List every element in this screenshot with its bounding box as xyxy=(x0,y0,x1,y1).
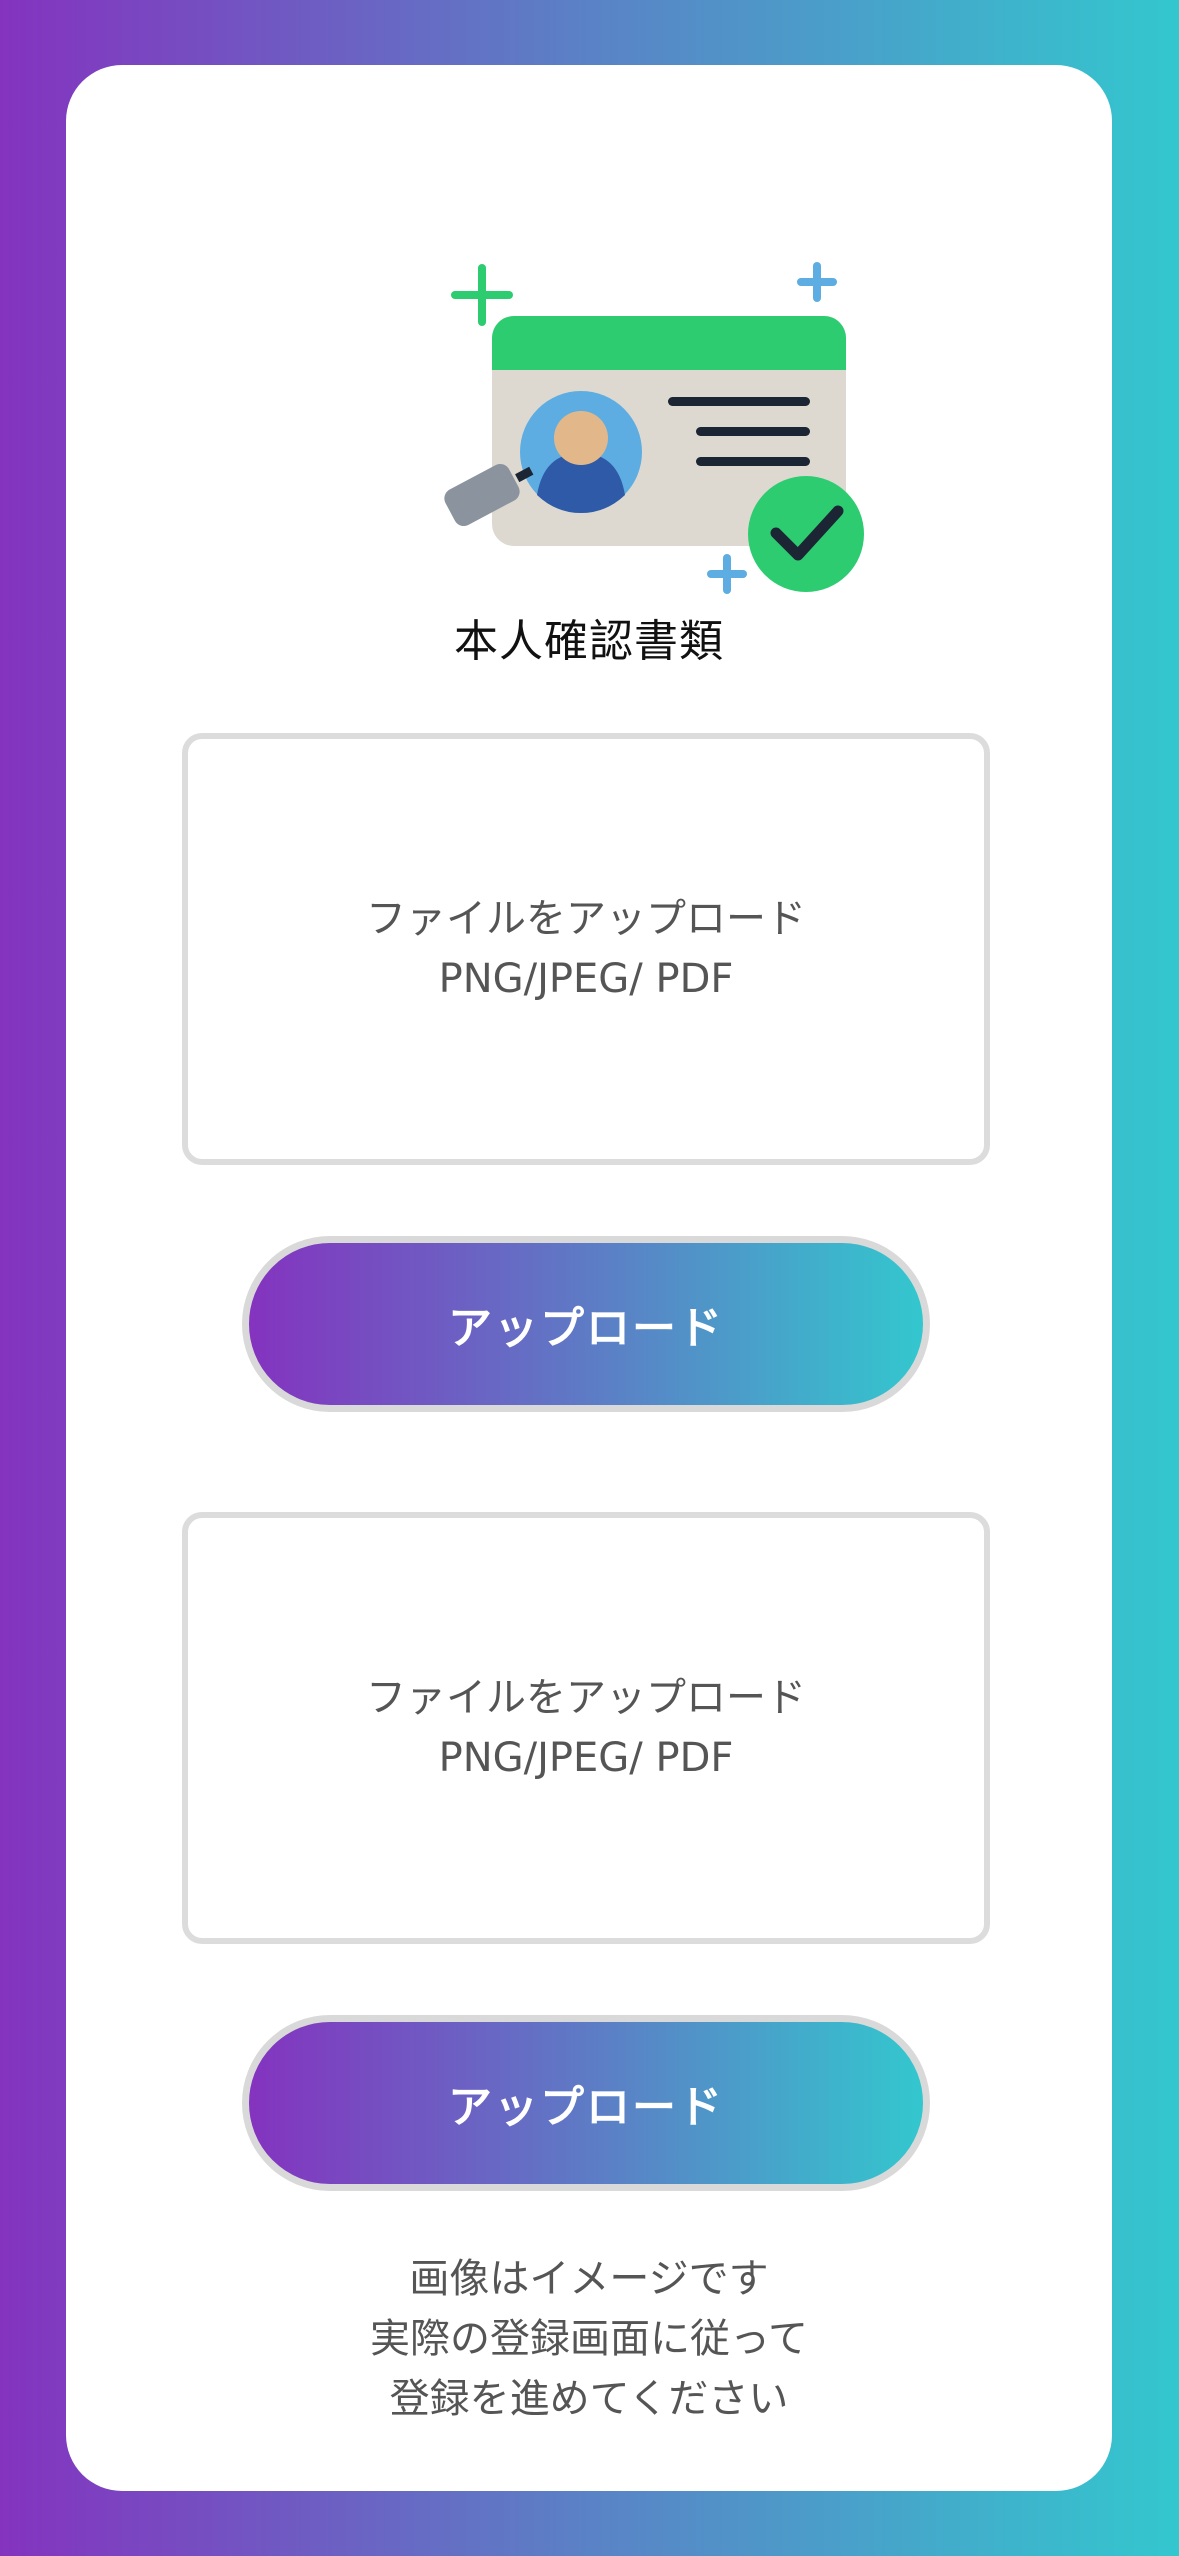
note-line-3: 登録を進めてください xyxy=(389,2376,789,2422)
dropzone-formats: PNG/JPEG/ PDF xyxy=(438,956,734,1002)
check-badge-icon xyxy=(748,476,864,592)
disclaimer-note: 画像はイメージです 実際の登録画面に従って 登録を進めてください xyxy=(66,2249,1112,2429)
upload-button-2[interactable]: アップロード xyxy=(242,2015,930,2191)
page-title: 本人確認書類 xyxy=(454,616,724,667)
id-card-verified-icon xyxy=(444,262,864,594)
dropzone-label: ファイルをアップロード xyxy=(366,1675,806,1721)
file-dropzone-2[interactable]: ファイルをアップロード PNG/JPEG/ PDF xyxy=(182,1512,990,1944)
upload-button-1[interactable]: アップロード xyxy=(242,1236,930,1412)
dropzone-formats: PNG/JPEG/ PDF xyxy=(438,1735,734,1781)
sparkle-icon xyxy=(451,264,513,326)
file-dropzone-1[interactable]: ファイルをアップロード PNG/JPEG/ PDF xyxy=(182,733,990,1165)
main-card: 本人確認書類 ファイルをアップロード PNG/JPEG/ PDF アップロード … xyxy=(66,65,1112,2491)
dropzone-label: ファイルをアップロード xyxy=(366,896,806,942)
note-line-1: 画像はイメージです xyxy=(409,2256,769,2302)
note-line-2: 実際の登録画面に従って xyxy=(370,2316,808,2362)
